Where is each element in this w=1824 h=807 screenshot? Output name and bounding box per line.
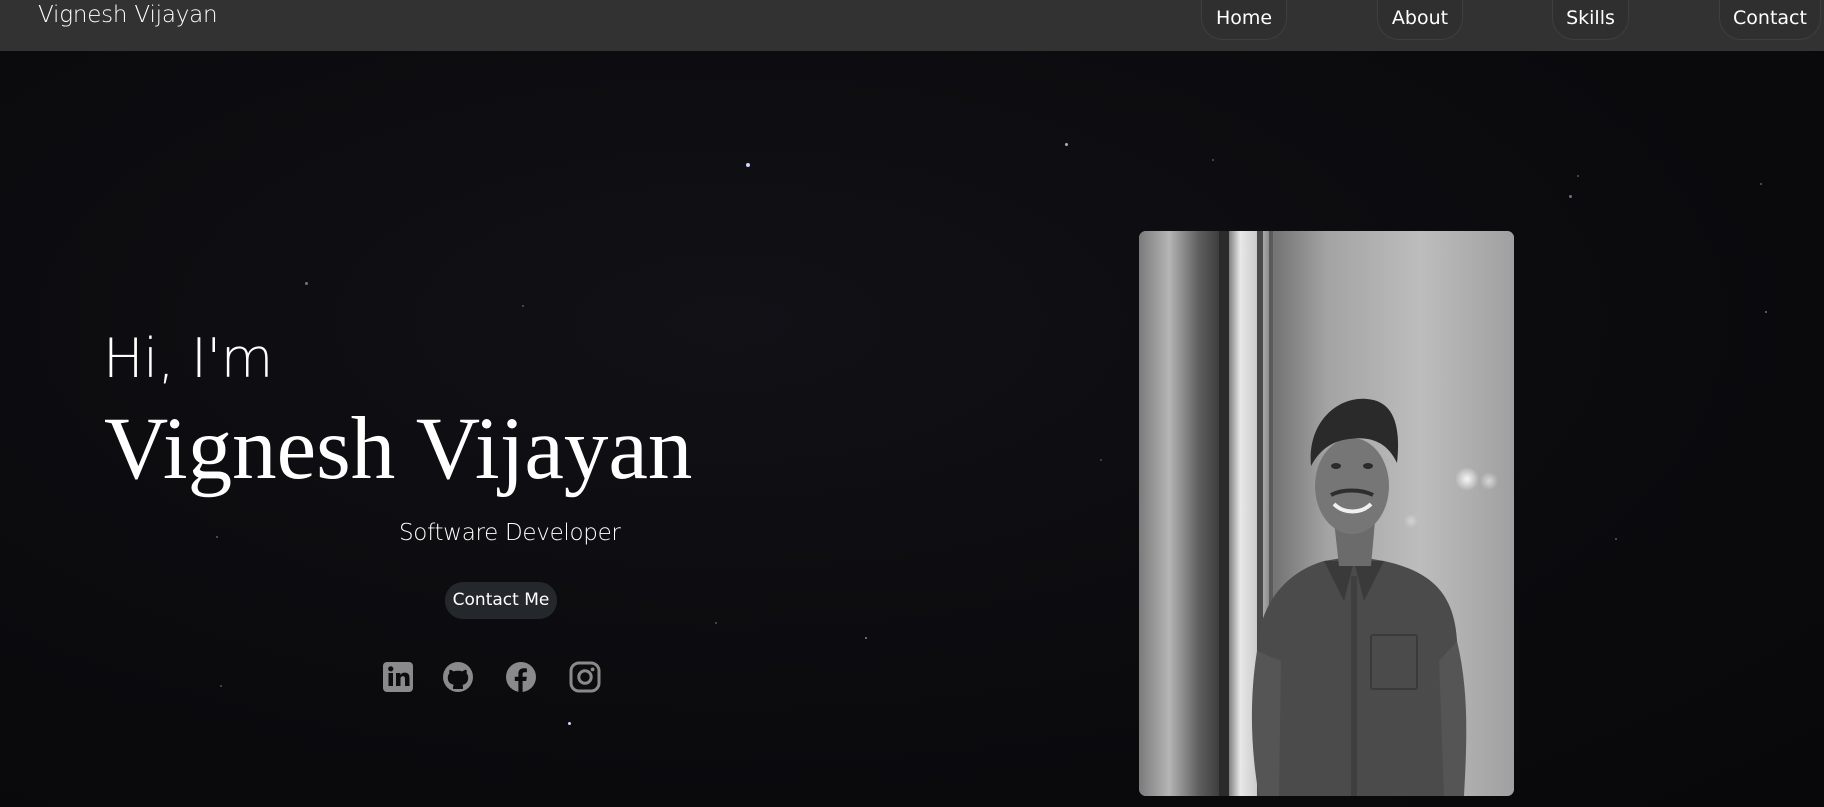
star <box>522 305 524 307</box>
star <box>715 622 717 624</box>
star <box>1065 143 1068 146</box>
nav-skills[interactable]: Skills <box>1552 0 1629 40</box>
hero-greeting: Hi, I'm <box>103 327 273 390</box>
nav-about[interactable]: About <box>1377 0 1463 40</box>
star <box>865 637 867 639</box>
star <box>1615 538 1617 540</box>
star <box>746 163 750 167</box>
star <box>1212 159 1214 161</box>
profile-photo-illustration <box>1139 231 1514 796</box>
star <box>1100 459 1102 461</box>
hero-name: Vignesh Vijayan <box>104 400 693 498</box>
linkedin-icon[interactable] <box>381 660 415 694</box>
star <box>220 685 222 687</box>
profile-photo <box>1139 231 1514 796</box>
star <box>1765 311 1767 313</box>
navbar: Vignesh Vijayan Home About Skills Contac… <box>0 0 1824 51</box>
star <box>305 282 308 285</box>
hero-role: Software Developer <box>399 520 621 546</box>
nav-contact[interactable]: Contact <box>1719 0 1821 40</box>
portfolio-page: Vignesh Vijayan Home About Skills Contac… <box>0 0 1824 807</box>
instagram-icon[interactable] <box>568 660 602 694</box>
contact-me-button[interactable]: Contact Me <box>445 582 557 619</box>
star <box>1760 183 1762 185</box>
star <box>1569 195 1572 198</box>
star <box>216 536 218 538</box>
nav-home[interactable]: Home <box>1201 0 1287 40</box>
star <box>1577 175 1579 177</box>
brand-name[interactable]: Vignesh Vijayan <box>38 2 218 28</box>
facebook-icon[interactable] <box>504 660 538 694</box>
star <box>568 722 571 725</box>
github-icon[interactable] <box>441 660 475 694</box>
